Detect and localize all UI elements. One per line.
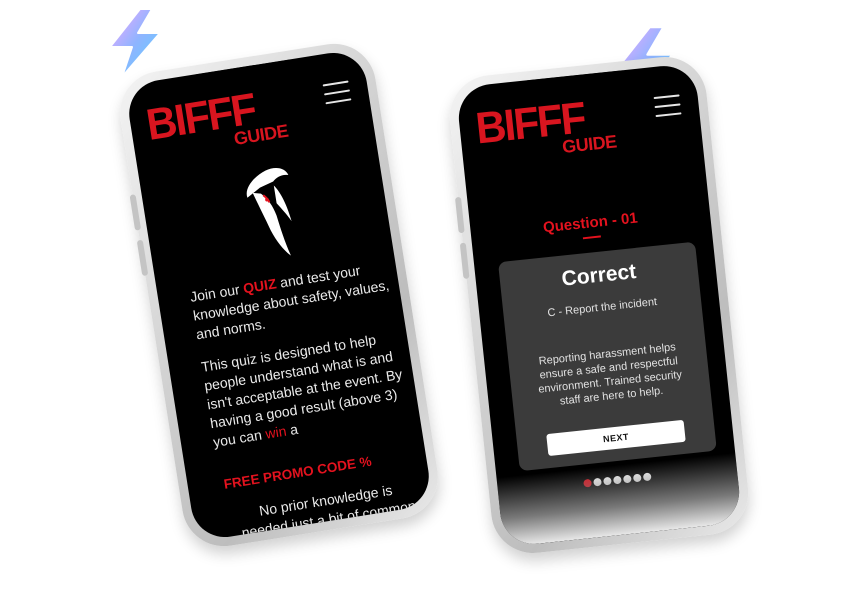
result-title: Correct xyxy=(560,260,638,291)
answer-result-card: Correct C - Report the incident Reportin… xyxy=(497,241,717,472)
bifff-guide-logo: BIFFF GUIDE xyxy=(473,90,630,169)
selected-answer: C - Report the incident xyxy=(546,295,658,320)
phone-side-button xyxy=(459,242,470,280)
phone-mockup-question: BIFFF GUIDE Question - 01 Correct C - Re… xyxy=(445,52,753,558)
intro-para2-suffix: a xyxy=(284,420,300,439)
answer-explanation: Reporting harassment helps ensure a safe… xyxy=(537,341,683,408)
lightning-bolt-icon xyxy=(109,8,161,78)
next-button[interactable]: NEXT xyxy=(546,419,686,457)
hat-figure-mascot-icon xyxy=(246,168,292,256)
intro-text: Join our QUIZ and test your knowledge ab… xyxy=(189,257,415,466)
phone-mockup-intro: BIFFF GUIDE Join our QUIZ and test your … xyxy=(114,37,444,553)
hamburger-menu-icon[interactable] xyxy=(653,94,682,118)
hamburger-menu-icon[interactable] xyxy=(322,80,352,105)
intro-para2-prefix: This quiz is designed to help people und… xyxy=(200,331,404,451)
phone-side-button xyxy=(129,194,142,231)
bifff-guide-logo: BIFFF GUIDE xyxy=(143,79,301,166)
quiz-word: QUIZ xyxy=(241,275,278,297)
question-screen: BIFFF GUIDE Question - 01 Correct C - Re… xyxy=(455,62,743,548)
prior-knowledge-note: No prior knowledge is needed just a bit … xyxy=(240,481,417,542)
intro-line-suffix: and test your knowledge about safety, va… xyxy=(191,262,391,343)
intro-screen: BIFFF GUIDE Join our QUIZ and test your … xyxy=(124,48,434,542)
phone-side-button xyxy=(136,239,149,277)
phone-side-button xyxy=(454,196,465,234)
question-underline xyxy=(582,235,601,240)
win-word: win xyxy=(264,422,288,442)
logo-sub-text: GUIDE xyxy=(561,131,618,157)
intro-paragraph-2: This quiz is designed to help people und… xyxy=(200,327,412,452)
